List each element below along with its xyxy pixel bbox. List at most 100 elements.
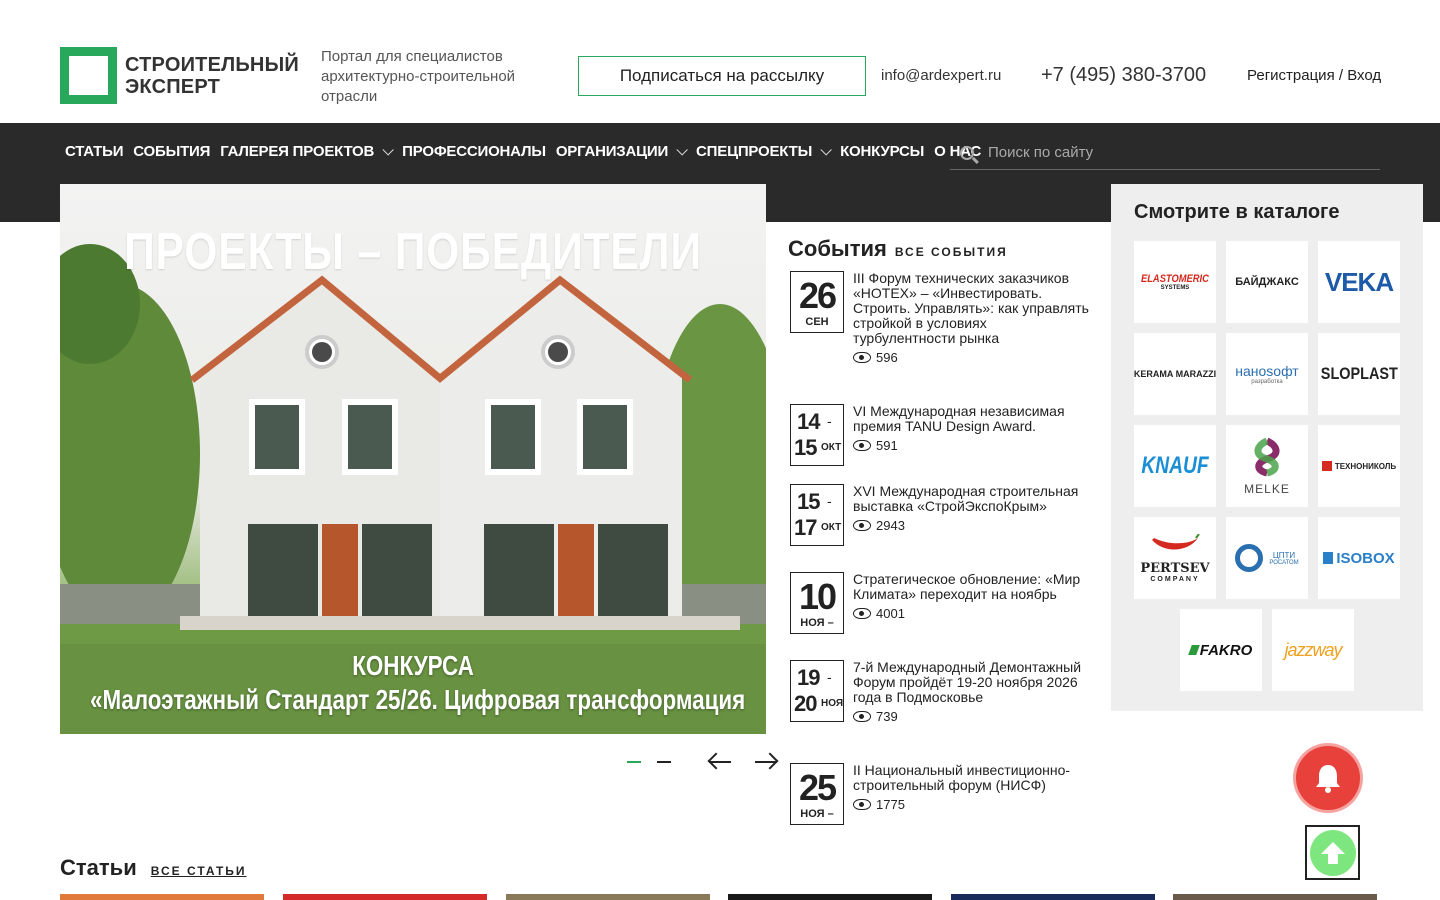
slide-subtitle: КОНКУРСА [352, 650, 474, 681]
brand-name: ЦПТИ [1272, 550, 1296, 560]
nav-item-organizations[interactable]: Организации [555, 143, 688, 160]
nav-item-label: События [133, 143, 211, 160]
event-day-end: 17 [794, 515, 818, 540]
fakro-logo-icon [1187, 645, 1200, 655]
brand-name: PERTSEV [1140, 560, 1210, 576]
nav-item-events[interactable]: События [133, 143, 210, 160]
brand-name: VEKA [1324, 266, 1394, 297]
brand-elastomeric[interactable]: ELASTOMERIC SYSTEMS [1134, 241, 1216, 323]
events-title: События [788, 236, 887, 261]
brand-name: FAKRO [1199, 641, 1253, 659]
event-views: 4001 [853, 606, 1093, 621]
article-thumbnail[interactable] [283, 894, 487, 900]
brand-isobox[interactable]: ISOBOX [1318, 517, 1400, 599]
arrow-left-icon[interactable] [707, 750, 733, 774]
rosatom-logo-icon [1235, 544, 1264, 572]
site-logo[interactable]: СТРОИТЕЛЬНЫЙ ЭКСПЕРТ [60, 47, 299, 104]
notification-bell-button[interactable] [1296, 746, 1360, 810]
event-item[interactable]: 26 сен III Форум технических заказчиков … [790, 271, 1095, 391]
event-month: окт [821, 522, 842, 533]
event-day-start: 14 [797, 409, 821, 434]
article-thumbnail[interactable] [728, 894, 932, 900]
brand-knauf[interactable]: KNAUF [1134, 425, 1216, 507]
scroll-top-button[interactable] [1305, 825, 1360, 880]
brand-jazzway[interactable]: jazzway [1272, 609, 1354, 691]
event-title: Стратегическое обновление: «Мир Климата»… [853, 572, 1093, 621]
nav-item-gallery[interactable]: Галерея проектов [220, 143, 394, 160]
brand-sub: разработка [1251, 379, 1283, 385]
slider-dot-2[interactable] [657, 761, 671, 763]
search-input[interactable] [988, 144, 1368, 161]
site-tagline: Портал для специалистов архитектурно-стр… [321, 48, 516, 105]
event-title-text: Стратегическое обновление: «Мир Климата»… [853, 571, 1081, 602]
event-title-text: VI Международная независимая премия TANU… [853, 403, 1065, 434]
nav-item-articles[interactable]: Статьи [65, 143, 123, 160]
brand-fakro[interactable]: FAKRO [1180, 609, 1262, 691]
event-views-count: 4001 [876, 606, 905, 621]
slide-title: ПРОЕКТЫ – ПОБЕДИТЕЛИ [124, 223, 702, 281]
article-thumbnail[interactable] [1173, 894, 1377, 900]
event-views: 2943 [853, 518, 1093, 533]
eye-icon [853, 440, 871, 451]
nav-item-label: Галерея проектов [220, 143, 375, 160]
nav-item-contests[interactable]: Конкурсы [840, 143, 924, 160]
email-link[interactable]: info@ardexpert.ru [881, 67, 1001, 84]
nav-item-specprojects[interactable]: Спецпроекты [696, 143, 832, 160]
brand-kerama-marazzi[interactable]: KERAMA MARAZZI [1134, 333, 1216, 415]
brand-cpti-rosatom[interactable]: ЦПТИ РОСАТОМ [1226, 517, 1308, 599]
article-thumbnail[interactable] [60, 894, 264, 900]
brand-melke[interactable]: MELKE [1226, 425, 1308, 507]
all-events-link[interactable]: все события [895, 245, 1008, 259]
nav-item-professionals[interactable]: Профессионалы [402, 143, 546, 160]
search-icon[interactable] [960, 145, 974, 160]
nav-item-label: Организации [555, 143, 669, 160]
brand-name: ТЕХНОНИКОЛЬ [1334, 461, 1397, 471]
brand-sloplast[interactable]: SLOPLAST [1318, 333, 1400, 415]
phone-link[interactable]: +7 (495) 380-3700 [1041, 64, 1206, 87]
event-views: 591 [853, 438, 1093, 453]
event-views: 1775 [853, 797, 1093, 812]
subscribe-button[interactable]: Подписаться на рассылку [578, 56, 866, 96]
brand-name: SLOPLAST [1320, 364, 1398, 383]
article-thumbnail[interactable] [506, 894, 710, 900]
site-header: СТРОИТЕЛЬНЫЙ ЭКСПЕРТ Портал для специали… [0, 0, 1440, 123]
brand-name: MELKE [1244, 481, 1290, 496]
auth-link[interactable]: Регистрация / Вход [1247, 67, 1381, 84]
event-title-text: XVI Международная строительная выставка … [853, 483, 1079, 514]
event-title-text: 7-й Международный Демонтажный Форум прой… [853, 659, 1082, 705]
event-date: 26 сен [790, 271, 844, 333]
event-views-count: 1775 [876, 797, 905, 812]
slider-controls [627, 750, 779, 774]
tehnonikol-logo-icon [1321, 461, 1332, 471]
brand-name: KNAUF [1141, 452, 1209, 479]
chevron-down-icon [382, 143, 394, 156]
event-title: III Форум технических заказчиков «НОТЕХ»… [853, 271, 1093, 365]
event-title-text: II Национальный инвестиционно-строительн… [853, 762, 1071, 793]
brand-tehnonikol[interactable]: ТЕХНОНИКОЛЬ [1318, 425, 1400, 507]
arrow-right-icon[interactable] [753, 750, 779, 774]
all-articles-link[interactable]: все статьи [151, 864, 247, 878]
event-title: 7-й Международный Демонтажный Форум прой… [853, 660, 1093, 724]
brand-sub: COMPANY [1150, 575, 1200, 583]
event-day-start: 15 [797, 489, 821, 514]
eye-icon [853, 352, 871, 363]
brand-baidzhaks[interactable]: БАЙДЖАКС [1226, 241, 1308, 323]
article-thumbnail[interactable] [951, 894, 1155, 900]
logo-mark [60, 47, 117, 104]
slide-caption: «Малоэтажный Стандарт 25/26. Цифровая тр… [90, 684, 746, 715]
event-views: 596 [853, 350, 1093, 365]
brand-name: jazzway [1284, 639, 1342, 660]
brand-nanosoft[interactable]: наноsофт разработка [1226, 333, 1308, 415]
brand-veka[interactable]: VEKA [1318, 241, 1400, 323]
hero-slider[interactable]: ПРОЕКТЫ – ПОБЕДИТЕЛИ КОНКУРСА «Малоэтажн… [60, 184, 766, 734]
event-day: 10 [798, 576, 837, 617]
brand-pertsev[interactable]: PERTSEV COMPANY [1134, 517, 1216, 599]
logo-line1: СТРОИТЕЛЬНЫЙ [125, 53, 299, 76]
brand-sub: РОСАТОМ [1269, 559, 1299, 566]
nav-item-label: Статьи [65, 143, 124, 160]
melke-logo-icon [1254, 437, 1280, 476]
slider-dot-1[interactable] [627, 761, 641, 763]
nav-item-label: Профессионалы [402, 143, 546, 160]
arrow-up-icon [1309, 829, 1356, 876]
isobox-logo-icon [1323, 552, 1334, 564]
